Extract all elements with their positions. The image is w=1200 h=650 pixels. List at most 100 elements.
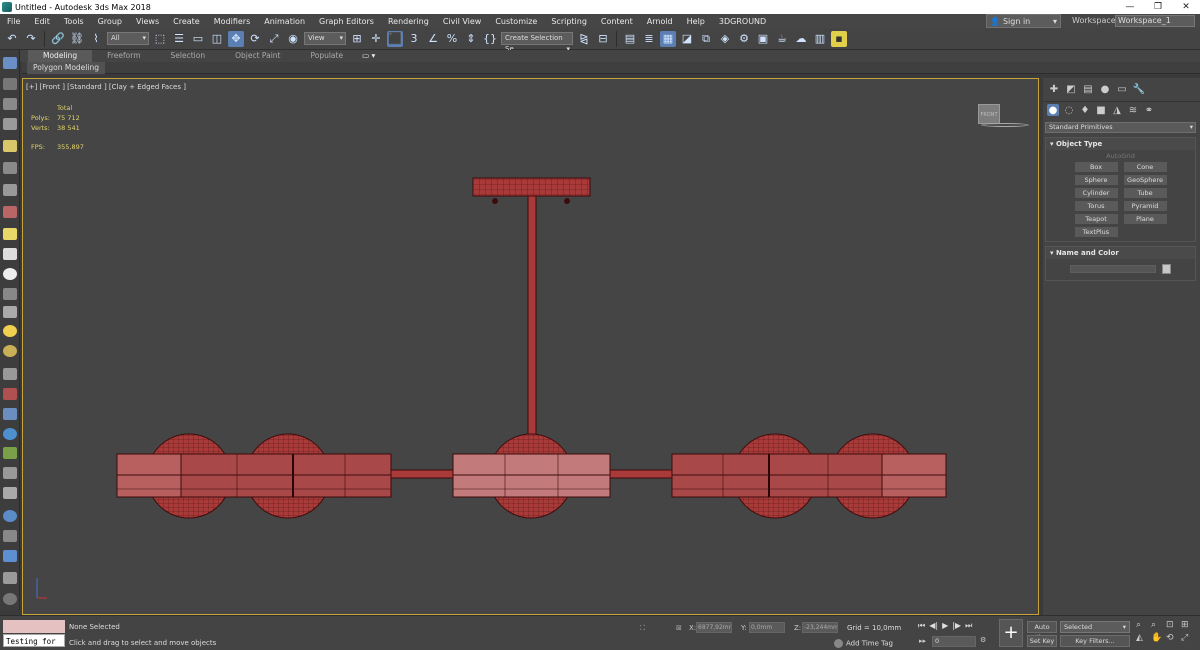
textplus-button[interactable]: TextPlus <box>1074 227 1118 237</box>
menu-3dground[interactable]: 3DGROUND <box>712 17 773 26</box>
angle-snap-icon[interactable]: ∠ <box>425 31 441 47</box>
unlink-icon[interactable]: ⛓ <box>69 31 85 47</box>
scene-model-chandelier[interactable] <box>23 79 1039 615</box>
set-key-big-button[interactable]: + <box>999 619 1023 647</box>
orbit-icon[interactable]: ⟲ <box>1166 633 1180 643</box>
minimize-icon[interactable]: — <box>1116 0 1144 14</box>
workspace-select[interactable]: Workspace_1 <box>1115 15 1195 27</box>
maximize-viewport-icon[interactable]: ⤢ <box>1181 633 1195 643</box>
pyramid-button[interactable]: Pyramid <box>1123 201 1167 211</box>
cone-button[interactable]: Cone <box>1123 162 1167 172</box>
schematic-view-icon[interactable]: ⧉ <box>698 31 714 47</box>
light-icon[interactable] <box>3 140 17 152</box>
ribbon-options-icon[interactable]: ▭ ▾ <box>358 50 379 62</box>
display-tab-icon[interactable]: ▭ <box>1116 84 1128 96</box>
rect-selection-icon[interactable]: ▭ <box>190 31 206 47</box>
render-production-icon[interactable]: ☕ <box>774 31 790 47</box>
sphere-primitive-icon[interactable] <box>3 268 17 280</box>
a360-gallery-icon[interactable]: ▥ <box>812 31 828 47</box>
material-icon[interactable] <box>3 510 17 522</box>
create-tab-icon[interactable]: ✚ <box>1048 84 1060 96</box>
polygon-modeling-panel[interactable]: Polygon Modeling <box>27 62 105 74</box>
utilities-tab-icon[interactable]: 🔧 <box>1133 84 1145 96</box>
named-selection-set-dropdown[interactable]: Create Selection Se ▾ <box>501 32 573 53</box>
viewport-layout-icon[interactable] <box>3 57 17 69</box>
tab-object-paint[interactable]: Object Paint <box>220 50 295 62</box>
foliage-icon[interactable] <box>3 447 17 459</box>
go-to-start-icon[interactable]: ⏮ <box>918 621 925 631</box>
space-warp-icon[interactable] <box>3 206 17 218</box>
select-by-name-icon[interactable]: ☰ <box>171 31 187 47</box>
close-icon[interactable]: ✕ <box>1172 0 1200 14</box>
omni-light-icon[interactable] <box>3 345 17 357</box>
ring-array-icon[interactable] <box>3 487 17 499</box>
menu-graph-editors[interactable]: Graph Editors <box>312 17 381 26</box>
object-type-header[interactable]: ▾ Object Type <box>1046 138 1195 150</box>
geometry-icon[interactable]: ● <box>1047 104 1059 116</box>
pan-icon[interactable]: ✋ <box>1151 633 1165 643</box>
hanging-rod[interactable] <box>527 195 537 455</box>
menu-scripting[interactable]: Scripting <box>544 17 594 26</box>
lock-selection-icon[interactable]: ⛶ <box>640 624 645 633</box>
selection-filter-dropdown[interactable]: All ▾ <box>107 32 149 45</box>
menu-tools[interactable]: Tools <box>57 17 91 26</box>
connector-right[interactable] <box>609 469 673 479</box>
sign-in-dropdown[interactable]: 👤 Sign in ▾ <box>986 14 1061 28</box>
material-editor-icon[interactable]: ◈ <box>717 31 733 47</box>
snaps-toggle-icon[interactable]: 3 <box>406 31 422 47</box>
cameras-icon[interactable]: ■ <box>1095 104 1107 116</box>
globe-icon[interactable] <box>3 428 17 440</box>
menu-help[interactable]: Help <box>680 17 712 26</box>
next-frame-icon[interactable]: |▶ <box>952 621 961 631</box>
systems-icon[interactable]: ⚭ <box>1143 104 1155 116</box>
tab-modeling[interactable]: Modeling <box>28 50 93 62</box>
scene-explorer-icon[interactable]: ▤ <box>622 31 638 47</box>
tab-freeform[interactable]: Freeform <box>92 50 155 62</box>
add-time-tag[interactable]: Add Time Tag <box>834 639 893 648</box>
torus-button[interactable]: Torus <box>1074 201 1118 211</box>
select-scale-icon[interactable]: ⤢ <box>266 31 282 47</box>
redo-icon[interactable]: ↷ <box>23 31 39 47</box>
zoom-extents-icon[interactable]: ⊡ <box>1166 620 1180 630</box>
name-and-color-header[interactable]: ▾ Name and Color <box>1046 247 1195 259</box>
object-name-field[interactable] <box>1070 265 1156 273</box>
list-icon[interactable] <box>3 98 17 110</box>
auto-key-button[interactable]: Auto Key <box>1027 621 1057 641</box>
link-icon[interactable]: 🔗 <box>50 31 66 47</box>
menu-views[interactable]: Views <box>129 17 166 26</box>
play-icon[interactable]: ▶ <box>942 621 948 631</box>
camera-icon[interactable] <box>3 162 17 174</box>
lamp-shade-boxes[interactable] <box>116 453 947 498</box>
time-config-icon[interactable]: ⚙ <box>980 636 986 644</box>
teapot-button[interactable]: Teapot <box>1074 214 1118 224</box>
torus-icon[interactable] <box>3 288 17 300</box>
menu-group[interactable]: Group <box>91 17 129 26</box>
particle-icon[interactable] <box>3 388 17 400</box>
z-coordinate-field[interactable]: -23,244mm <box>802 622 838 633</box>
key-mode-icon[interactable]: ▸▸ <box>919 637 926 645</box>
current-frame-field[interactable]: 0 <box>932 636 976 647</box>
previous-frame-icon[interactable]: ◀| <box>929 621 938 631</box>
space-warps-icon[interactable]: ≋ <box>1127 104 1139 116</box>
tab-panel-icon[interactable] <box>3 78 17 90</box>
menu-civil-view[interactable]: Civil View <box>436 17 489 26</box>
place-icon[interactable]: ◉ <box>285 31 301 47</box>
lights-icon[interactable]: ♦ <box>1079 104 1091 116</box>
asset-icon[interactable] <box>3 530 17 542</box>
shapes-icon[interactable]: ◌ <box>1063 104 1075 116</box>
curve-editor-icon[interactable]: ◪ <box>679 31 695 47</box>
motion-tab-icon[interactable]: ● <box>1099 84 1111 96</box>
layers-icon[interactable] <box>3 572 17 584</box>
menu-content[interactable]: Content <box>594 17 640 26</box>
pivot-center-icon[interactable]: ⊞ <box>349 31 365 47</box>
reference-coordinate-dropdown[interactable]: View ▾ <box>304 32 346 45</box>
tab-populate[interactable]: Populate <box>295 50 358 62</box>
box-button[interactable]: Box <box>1074 162 1118 172</box>
edit-named-selection-icon[interactable]: {} <box>482 31 498 47</box>
object-color-swatch[interactable] <box>1162 264 1171 274</box>
window-crossing-icon[interactable]: ◫ <box>209 31 225 47</box>
primitive-category-dropdown[interactable]: Standard Primitives ▾ <box>1045 122 1196 133</box>
select-rotate-icon[interactable]: ⟳ <box>247 31 263 47</box>
percent-snap-icon[interactable]: % <box>444 31 460 47</box>
spinner-snap-icon[interactable]: ⇕ <box>463 31 479 47</box>
